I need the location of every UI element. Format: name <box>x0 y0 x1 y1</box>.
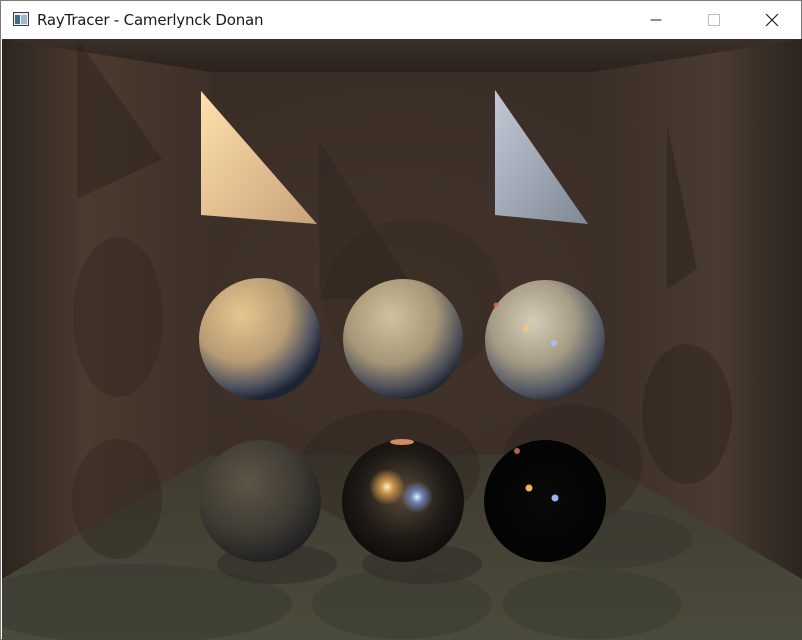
app-window-icon <box>13 12 29 26</box>
title-bar[interactable]: RayTracer - Camerlynck Donan <box>1 1 801 39</box>
rendered-scene <box>2 39 802 640</box>
raytracer-window: RayTracer - Camerlynck Donan <box>0 0 802 640</box>
minimize-icon <box>650 19 662 21</box>
maximize-icon <box>708 14 720 26</box>
render-canvas[interactable] <box>2 39 802 640</box>
maximize-button[interactable] <box>685 1 743 39</box>
minimize-button[interactable] <box>627 1 685 39</box>
close-button[interactable] <box>743 1 801 39</box>
window-title: RayTracer - Camerlynck Donan <box>37 11 264 29</box>
close-icon <box>765 13 779 27</box>
